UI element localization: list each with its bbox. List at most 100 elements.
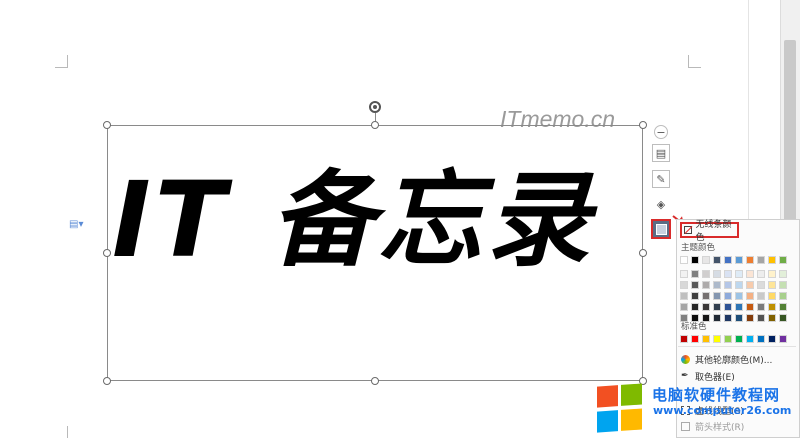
color-swatch[interactable] [713,314,721,322]
resize-handle-right[interactable] [639,249,647,257]
color-swatch[interactable] [746,256,754,264]
color-swatch[interactable] [735,281,743,289]
text-box-content[interactable]: IT 备忘录 [112,150,642,290]
resize-handle-top-right[interactable] [639,121,647,129]
pen-edit-icon[interactable]: ✎ [652,170,670,188]
outline-swatch-icon [655,223,667,235]
color-swatch[interactable] [680,281,688,289]
color-swatch[interactable] [757,335,765,343]
more-colors-option[interactable]: 其他轮廓颜色(M)... [681,353,772,366]
color-swatch[interactable] [702,335,710,343]
fill-bucket-icon[interactable]: ◈ [652,195,670,213]
color-swatch[interactable] [702,256,710,264]
color-swatch[interactable] [779,335,787,343]
color-swatch[interactable] [713,335,721,343]
collapse-minus-icon[interactable]: − [654,125,668,139]
color-swatch[interactable] [779,281,787,289]
brand-url: www.computer26.com [653,404,792,417]
resize-handle-bottom[interactable] [371,377,379,385]
color-swatch[interactable] [691,292,699,300]
resize-handle-left[interactable] [103,249,111,257]
color-swatch[interactable] [757,256,765,264]
theme-shades-grid [680,270,787,322]
color-swatch[interactable] [713,270,721,278]
color-swatch[interactable] [735,292,743,300]
color-swatch[interactable] [768,281,776,289]
color-swatch[interactable] [724,256,732,264]
color-swatch[interactable] [713,292,721,300]
color-swatch[interactable] [768,303,776,311]
layout-options-icon[interactable]: ▤ [652,144,670,162]
no-line-icon [684,226,692,234]
eyedropper-option[interactable]: ✒ 取色器(E) [681,370,735,384]
color-swatch[interactable] [779,270,787,278]
arrow-style-icon [681,422,690,431]
margin-mark-top-left [55,55,68,68]
color-swatch[interactable] [735,314,743,322]
color-swatch[interactable] [735,270,743,278]
no-line-color-option[interactable]: 无线条颜色 [680,220,739,243]
outline-color-button[interactable] [651,219,671,239]
color-swatch[interactable] [680,303,688,311]
color-swatch[interactable] [779,292,787,300]
color-wheel-icon [681,355,690,364]
resize-handle-top-left[interactable] [103,121,111,129]
color-swatch[interactable] [757,292,765,300]
color-swatch[interactable] [691,270,699,278]
color-swatch[interactable] [724,281,732,289]
logo-square [621,383,642,406]
color-swatch[interactable] [691,256,699,264]
color-swatch[interactable] [691,281,699,289]
color-swatch[interactable] [735,303,743,311]
color-swatch[interactable] [768,335,776,343]
standard-colors-heading: 标准色 [681,322,707,332]
color-swatch[interactable] [713,256,721,264]
standard-colors-row [680,335,787,343]
color-swatch[interactable] [680,256,688,264]
color-swatch[interactable] [691,303,699,311]
color-swatch[interactable] [724,270,732,278]
more-colors-label: 其他轮廓颜色(M)... [695,356,773,366]
arrow-style-option[interactable]: 箭头样式(R) [681,420,744,433]
resize-handle-bottom-left[interactable] [103,377,111,385]
color-swatch[interactable] [779,303,787,311]
color-swatch[interactable] [691,335,699,343]
color-swatch[interactable] [779,314,787,322]
color-swatch[interactable] [724,303,732,311]
color-swatch[interactable] [746,270,754,278]
color-swatch[interactable] [746,335,754,343]
color-swatch[interactable] [768,314,776,322]
resize-handle-top[interactable] [371,121,379,129]
margin-mark-bottom-left [55,426,68,438]
color-swatch[interactable] [746,281,754,289]
color-swatch[interactable] [713,281,721,289]
color-swatch[interactable] [746,314,754,322]
color-swatch[interactable] [702,303,710,311]
color-swatch[interactable] [724,292,732,300]
color-swatch[interactable] [713,303,721,311]
color-swatch[interactable] [746,303,754,311]
color-swatch[interactable] [680,292,688,300]
color-swatch[interactable] [724,314,732,322]
color-swatch[interactable] [702,270,710,278]
color-swatch[interactable] [680,335,688,343]
windows-logo-icon [597,383,643,433]
color-swatch[interactable] [680,270,688,278]
color-swatch[interactable] [768,292,776,300]
color-swatch[interactable] [735,256,743,264]
color-swatch[interactable] [779,256,787,264]
anchor-icon[interactable]: ▤▾ [69,219,83,230]
color-swatch[interactable] [768,270,776,278]
eyedropper-icon: ✒ [681,371,689,381]
color-swatch[interactable] [757,303,765,311]
color-swatch[interactable] [724,335,732,343]
arrow-style-label: 箭头样式(R) [695,423,745,433]
color-swatch[interactable] [768,256,776,264]
color-swatch[interactable] [757,270,765,278]
color-swatch[interactable] [702,281,710,289]
color-swatch[interactable] [757,314,765,322]
color-swatch[interactable] [735,335,743,343]
color-swatch[interactable] [702,292,710,300]
color-swatch[interactable] [746,292,754,300]
color-swatch[interactable] [757,281,765,289]
